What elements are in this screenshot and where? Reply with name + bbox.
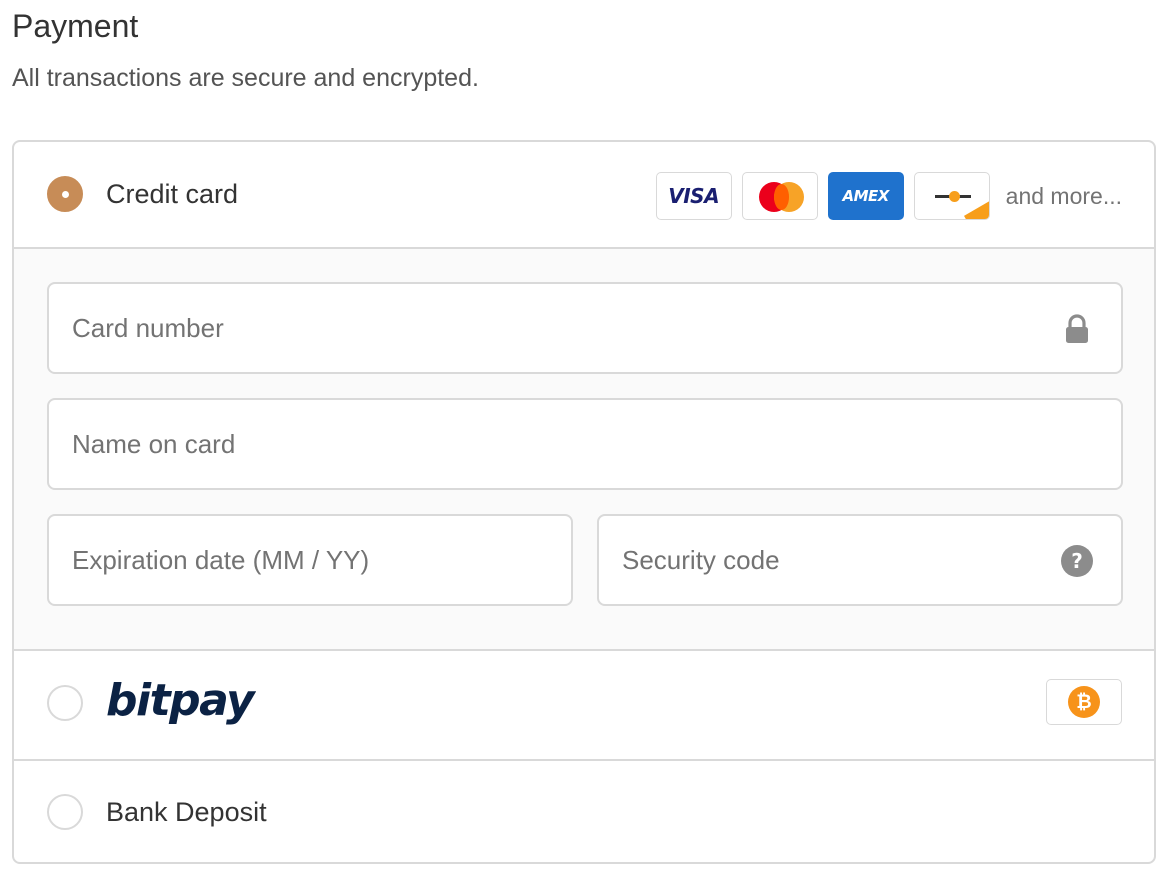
amex-icon: AMEX bbox=[827, 172, 904, 220]
card-number-field[interactable] bbox=[47, 282, 1123, 374]
more-card-brands-text: and more... bbox=[1005, 182, 1122, 209]
bank-deposit-radio[interactable] bbox=[47, 794, 83, 830]
amex-text: AMEX bbox=[842, 187, 889, 205]
bitpay-radio[interactable] bbox=[47, 685, 83, 721]
bitcoin-badge: ₿ bbox=[1046, 679, 1122, 725]
generic-card-icon bbox=[913, 172, 990, 220]
payment-option-bitpay[interactable]: bitpay ₿ bbox=[14, 651, 1154, 761]
card-number-input[interactable] bbox=[49, 284, 1121, 372]
bitcoin-icon: ₿ bbox=[1068, 686, 1100, 718]
payment-methods-panel: Credit card VISA AMEX and more... Card n… bbox=[12, 140, 1156, 864]
bitpay-logo: bitpay bbox=[106, 675, 256, 726]
security-code-input[interactable] bbox=[599, 516, 1121, 604]
credit-card-radio[interactable] bbox=[47, 176, 83, 212]
name-on-card-field[interactable] bbox=[47, 398, 1123, 490]
visa-text: VISA bbox=[668, 184, 720, 208]
bank-deposit-label: Bank Deposit bbox=[106, 797, 267, 827]
card-brand-badges: VISA AMEX and more... bbox=[655, 172, 1122, 220]
security-code-field[interactable]: ? bbox=[597, 514, 1123, 606]
mastercard-icon bbox=[741, 172, 818, 220]
payment-subheading: All transactions are secure and encrypte… bbox=[12, 64, 479, 92]
credit-card-label: Credit card bbox=[106, 179, 239, 209]
expiration-date-field[interactable] bbox=[47, 514, 573, 606]
lock-icon bbox=[1066, 314, 1088, 343]
payment-heading: Payment bbox=[12, 8, 139, 44]
visa-icon: VISA bbox=[655, 172, 732, 220]
payment-option-bank-deposit[interactable]: Bank Deposit bbox=[14, 761, 1154, 862]
credit-card-form: ? bbox=[14, 249, 1154, 651]
bitpay-logo-text: bitpay bbox=[106, 675, 256, 726]
payment-option-credit-card[interactable]: Credit card VISA AMEX and more... bbox=[14, 142, 1154, 249]
name-on-card-input[interactable] bbox=[49, 400, 1121, 488]
expiration-date-input[interactable] bbox=[49, 516, 571, 604]
svg-text:?: ? bbox=[1071, 549, 1083, 573]
help-icon[interactable]: ? bbox=[1061, 545, 1093, 577]
